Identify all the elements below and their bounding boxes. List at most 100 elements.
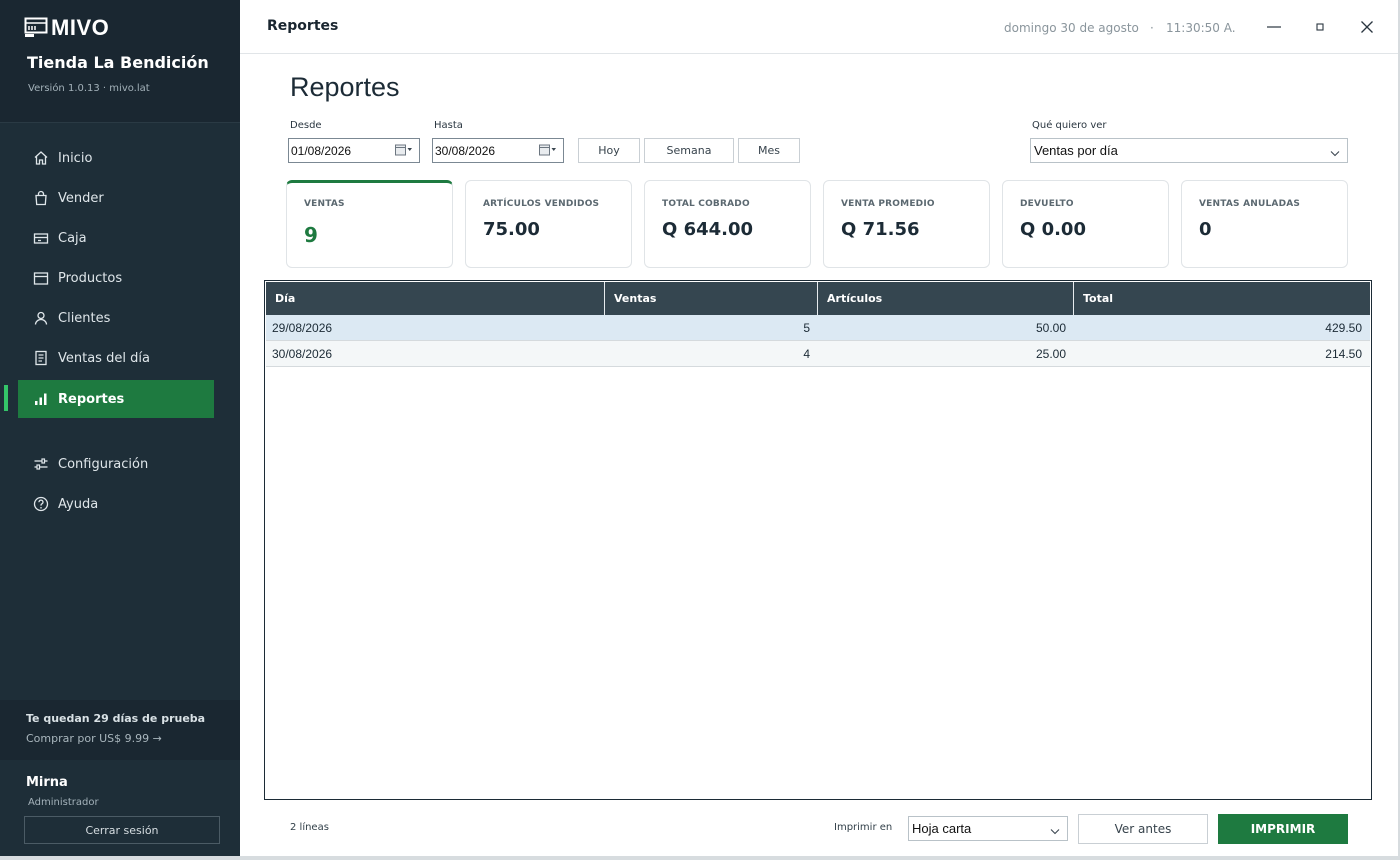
user-icon [33,310,49,326]
kpi-title: DEVUELTO [1020,199,1074,209]
kpi-title: VENTAS ANULADAS [1199,199,1301,209]
cash-register-icon [33,230,49,246]
close-icon [1361,21,1373,33]
help-icon [33,496,49,512]
table-row[interactable]: 29/08/2026 5 50.00 429.50 [266,315,1370,341]
cell-dia: 30/08/2026 [272,347,333,361]
cell-ventas: 4 [803,347,810,361]
minimize-icon [1267,26,1281,28]
current-date: domingo 30 de agosto [1004,21,1139,35]
week-button[interactable]: Semana [644,138,734,163]
month-button[interactable]: Mes [738,138,800,163]
cell-dia: 29/08/2026 [272,321,333,335]
sidebar-item-clientes[interactable]: Clientes [18,299,214,337]
minimize-button[interactable] [1261,14,1287,40]
calendar-icon [539,144,557,157]
main-panel: Reportes domingo 30 de agosto · 11:30:50… [240,0,1398,856]
column-header-articulos[interactable]: Artículos [818,282,1074,315]
sidebar-item-ventas-del-dia[interactable]: Ventas del día [18,339,214,377]
to-date-value: 30/08/2026 [435,143,496,158]
kpi-value: Q 0.00 [1020,219,1086,240]
store-name: Tienda La Bendición [27,53,209,72]
sidebar-item-label: Configuración [58,456,149,472]
kpi-value: Q 644.00 [662,219,754,240]
buy-link[interactable]: Comprar por US$ 9.99 → [26,732,162,745]
cell-articulos: 25.00 [1035,347,1066,361]
kpi-card-ventas-anuladas: VENTAS ANULADAS 0 [1181,180,1348,268]
paper-size-value: Hoja carta [912,821,972,836]
sidebar: MIVO Tienda La Bendición Versión 1.0.13 … [0,0,240,856]
date-time-separator: · [1150,21,1154,35]
chevron-down-icon [1330,141,1340,160]
sidebar-item-productos[interactable]: Productos [18,259,214,297]
kpi-card-ventas: VENTAS 9 [286,180,453,268]
sidebar-item-label: Clientes [58,310,111,326]
paper-size-select[interactable]: Hoja carta [908,816,1068,841]
column-header-dia[interactable]: Día [266,282,605,315]
from-date-value: 01/08/2026 [291,143,352,158]
kpi-card-total-cobrado: TOTAL COBRADO Q 644.00 [644,180,811,268]
kpi-title: ARTÍCULOS VENDIDOS [483,199,600,209]
app-logo: MIVO [24,15,109,41]
brand-name: MIVO [51,15,110,40]
kpi-title: VENTAS [304,199,345,209]
close-button[interactable] [1354,14,1380,40]
kpi-card-articulos-vendidos: ARTÍCULOS VENDIDOS 75.00 [465,180,632,268]
view-label: Qué quiero ver [1032,120,1107,131]
logout-button[interactable]: Cerrar sesión [24,816,220,844]
window-bottom-edge [0,856,1400,860]
kpi-value: Q 71.56 [841,219,920,240]
current-time: 11:30:50 A. [1166,21,1236,35]
sidebar-item-label: Caja [58,230,87,246]
sidebar-item-label: Reportes [58,391,125,407]
kpi-value: 75.00 [483,219,540,240]
column-header-ventas[interactable]: Ventas [605,282,818,315]
today-button[interactable]: Hoy [578,138,640,163]
sliders-icon [33,456,49,472]
kpi-title: TOTAL COBRADO [662,199,750,209]
from-label: Desde [290,120,322,131]
sidebar-item-reportes[interactable]: Reportes [18,380,214,418]
report-type-value: Ventas por día [1034,143,1118,158]
table-row[interactable]: 30/08/2026 4 25.00 214.50 [266,341,1370,367]
sidebar-item-label: Inicio [58,150,93,166]
kpi-card-venta-promedio: VENTA PROMEDIO Q 71.56 [823,180,990,268]
sidebar-item-label: Productos [58,270,123,286]
receipt-icon [33,350,49,366]
sidebar-item-vender[interactable]: Vender [18,179,214,217]
print-button[interactable]: IMPRIMIR [1218,814,1348,844]
active-indicator [4,385,8,411]
from-date-picker[interactable]: 01/08/2026 [288,138,420,163]
sidebar-item-ayuda[interactable]: Ayuda [18,485,214,523]
bar-chart-icon [33,391,49,407]
cell-ventas: 5 [803,321,810,335]
column-header-total[interactable]: Total [1074,282,1370,315]
kpi-value: 0 [1199,219,1212,240]
home-icon [33,150,49,166]
user-role: Administrador [28,797,99,808]
report-table: Día Ventas Artículos Total 29/08/2026 5 … [264,280,1372,800]
window-title: Reportes [267,18,339,34]
title-bar: Reportes domingo 30 de agosto · 11:30:50… [240,0,1398,54]
sidebar-item-inicio[interactable]: Inicio [18,139,214,177]
cell-total: 429.50 [1325,321,1362,335]
sidebar-item-configuracion[interactable]: Configuración [18,445,214,483]
trial-banner: Te quedan 29 días de prueba Comprar por … [0,700,240,760]
sidebar-item-label: Vender [58,190,104,206]
table-header: Día Ventas Artículos Total [266,282,1370,315]
user-name: Mirna [26,775,68,790]
sidebar-item-label: Ayuda [58,496,99,512]
preview-button[interactable]: Ver antes [1078,814,1208,844]
to-date-picker[interactable]: 30/08/2026 [432,138,564,163]
calendar-icon [395,144,413,157]
kpi-title: VENTA PROMEDIO [841,199,935,209]
sidebar-item-label: Ventas del día [58,350,150,366]
kpi-value: 9 [304,223,318,247]
report-type-select[interactable]: Ventas por día [1030,138,1348,163]
maximize-button[interactable] [1307,14,1333,40]
maximize-icon [1316,23,1324,31]
sidebar-header: MIVO Tienda La Bendición Versión 1.0.13 … [0,0,240,123]
version-label: Versión 1.0.13 · mivo.lat [28,83,150,94]
to-label: Hasta [434,120,463,131]
sidebar-item-caja[interactable]: Caja [18,219,214,257]
